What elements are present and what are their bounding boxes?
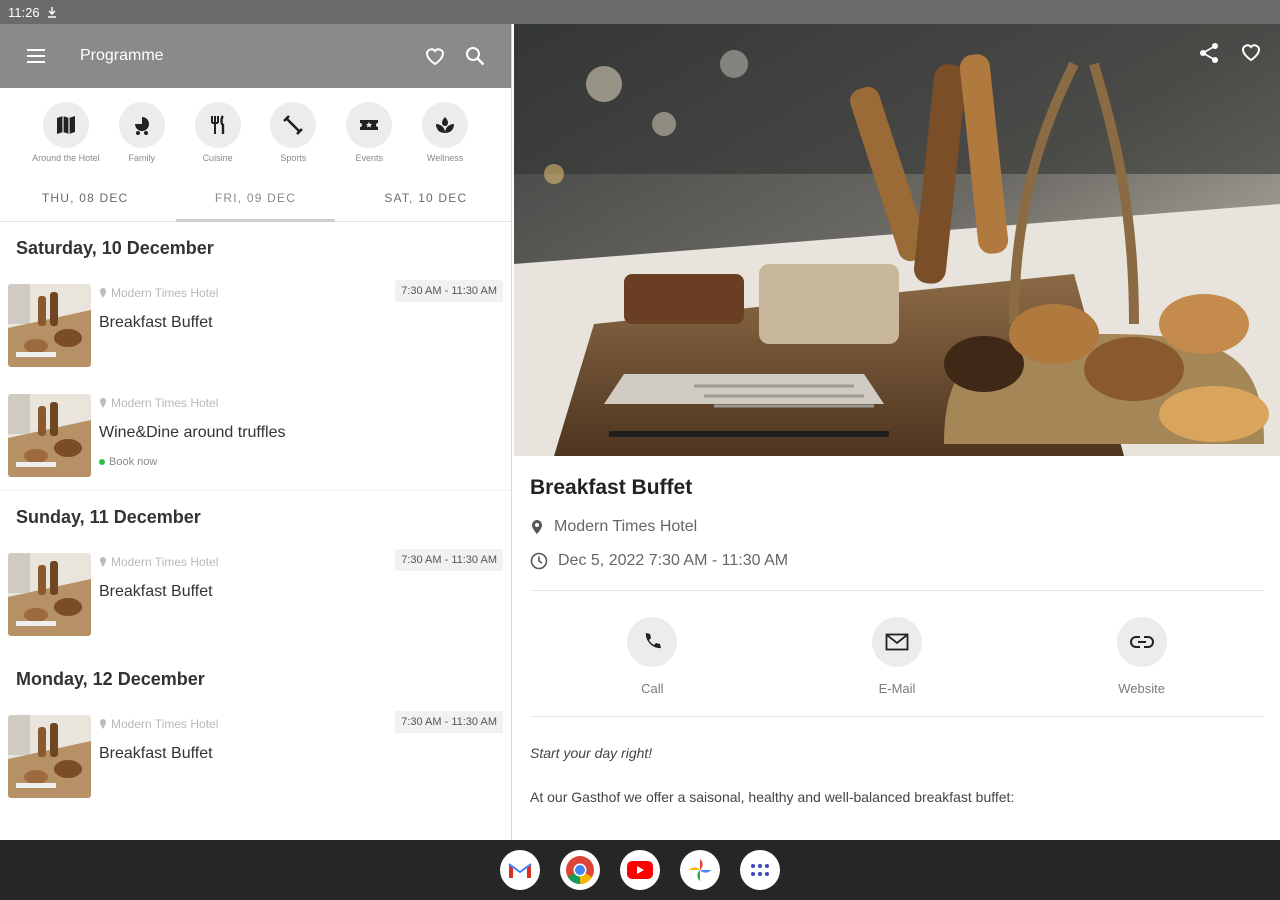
event-thumbnail xyxy=(8,553,91,636)
event-detail-datetime: Dec 5, 2022 7:30 AM - 11:30 AM xyxy=(530,552,1264,570)
detail-panel: Breakfast Buffet Modern Times Hotel Dec … xyxy=(514,24,1280,840)
ticket-icon xyxy=(360,120,379,130)
location-pin-icon xyxy=(532,520,542,534)
day-heading: Monday, 12 December xyxy=(16,669,205,689)
event-detail-location: Modern Times Hotel xyxy=(530,518,1264,536)
event-time-badge: 7:30 AM - 11:30 AM xyxy=(395,549,503,571)
event-description: At our Gasthof we offer a saisonal, heal… xyxy=(530,789,1015,805)
tab-thu-08-dec[interactable]: THU, 08 DEC xyxy=(0,174,170,221)
location-pin-icon xyxy=(100,398,106,408)
stroller-icon xyxy=(134,117,149,135)
photos-app-icon[interactable] xyxy=(680,850,720,890)
location-pin-icon xyxy=(100,288,106,298)
spa-icon xyxy=(436,117,455,133)
event-location: Modern Times Hotel xyxy=(111,717,219,731)
event-location: Modern Times Hotel xyxy=(111,555,219,569)
favorite-icon[interactable] xyxy=(1240,42,1262,62)
event-thumbnail xyxy=(8,284,91,367)
day-heading: Sunday, 11 December xyxy=(16,507,201,527)
share-icon[interactable] xyxy=(1198,42,1220,64)
status-bar: 11:26 xyxy=(0,0,1280,840)
gmail-app-icon[interactable] xyxy=(500,850,540,890)
email-icon xyxy=(885,633,909,651)
event-time-badge: 7:30 AM - 11:30 AM xyxy=(395,711,503,733)
status-time: 11:26 xyxy=(8,4,40,20)
favorite-icon[interactable] xyxy=(415,36,455,76)
tab-sat-10-dec[interactable]: SAT, 10 DEC xyxy=(341,174,511,221)
event-title: Breakfast Buffet xyxy=(99,583,213,600)
cutlery-icon xyxy=(210,115,224,134)
app-drawer-icon[interactable] xyxy=(740,850,780,890)
fitness-icon xyxy=(283,115,304,135)
download-icon xyxy=(47,7,56,18)
category-cuisine[interactable]: Cuisine xyxy=(180,102,256,174)
youtube-app-icon[interactable] xyxy=(620,850,660,890)
contact-actions: Call E-Mail Website xyxy=(530,591,1264,716)
event-hero-image xyxy=(514,24,1280,456)
event-tagline: Start your day right! xyxy=(530,745,653,761)
event-list: Saturday, 10 December Modern Times Hotel… xyxy=(0,222,511,811)
day-tabs: THU, 08 DEC FRI, 09 DEC SAT, 10 DEC xyxy=(0,174,511,222)
programme-panel: Programme Around the Hotel Family Cuisin… xyxy=(0,24,512,840)
event-title: Breakfast Buffet xyxy=(99,745,213,762)
link-icon xyxy=(1129,636,1154,648)
website-button[interactable]: Website xyxy=(1082,617,1202,696)
event-title: Breakfast Buffet xyxy=(99,314,213,331)
category-family[interactable]: Family xyxy=(104,102,180,174)
event-detail-title: Breakfast Buffet xyxy=(530,476,693,499)
list-item[interactable]: Modern Times Hotel Wine&Dine around truf… xyxy=(0,380,511,490)
menu-icon[interactable] xyxy=(16,36,56,76)
category-wellness[interactable]: Wellness xyxy=(407,102,483,174)
list-item[interactable]: Modern Times Hotel Breakfast Buffet 7:30… xyxy=(0,270,511,380)
call-button[interactable]: Call xyxy=(592,617,712,696)
location-pin-icon xyxy=(100,557,106,567)
app-title: Programme xyxy=(80,47,164,64)
book-now-status[interactable]: Book now xyxy=(99,456,503,468)
tab-fri-09-dec[interactable]: FRI, 09 DEC xyxy=(170,174,340,222)
phone-icon xyxy=(646,633,662,649)
list-item[interactable]: Modern Times Hotel Breakfast Buffet 7:30… xyxy=(0,701,511,811)
availability-dot xyxy=(99,459,105,465)
category-events[interactable]: Events xyxy=(331,102,407,174)
chrome-app-icon[interactable] xyxy=(560,850,600,890)
map-icon xyxy=(56,116,75,134)
event-thumbnail xyxy=(8,394,91,477)
email-button[interactable]: E-Mail xyxy=(837,617,957,696)
list-item[interactable]: Modern Times Hotel Breakfast Buffet 7:30… xyxy=(0,539,511,649)
event-location: Modern Times Hotel xyxy=(111,396,219,410)
app-bar: Programme xyxy=(0,24,511,88)
location-pin-icon xyxy=(100,719,106,729)
app-dock xyxy=(0,840,1280,900)
category-sports[interactable]: Sports xyxy=(255,102,331,174)
category-around-hotel[interactable]: Around the Hotel xyxy=(28,102,104,174)
day-heading: Saturday, 10 December xyxy=(16,238,214,258)
event-thumbnail xyxy=(8,715,91,798)
event-location: Modern Times Hotel xyxy=(111,286,219,300)
search-icon[interactable] xyxy=(455,36,495,76)
divider xyxy=(530,716,1264,717)
event-title: Wine&Dine around truffles xyxy=(99,424,286,441)
category-bar: Around the Hotel Family Cuisine Sports E… xyxy=(0,88,511,174)
event-time-badge: 7:30 AM - 11:30 AM xyxy=(395,280,503,302)
clock-icon xyxy=(530,552,548,570)
